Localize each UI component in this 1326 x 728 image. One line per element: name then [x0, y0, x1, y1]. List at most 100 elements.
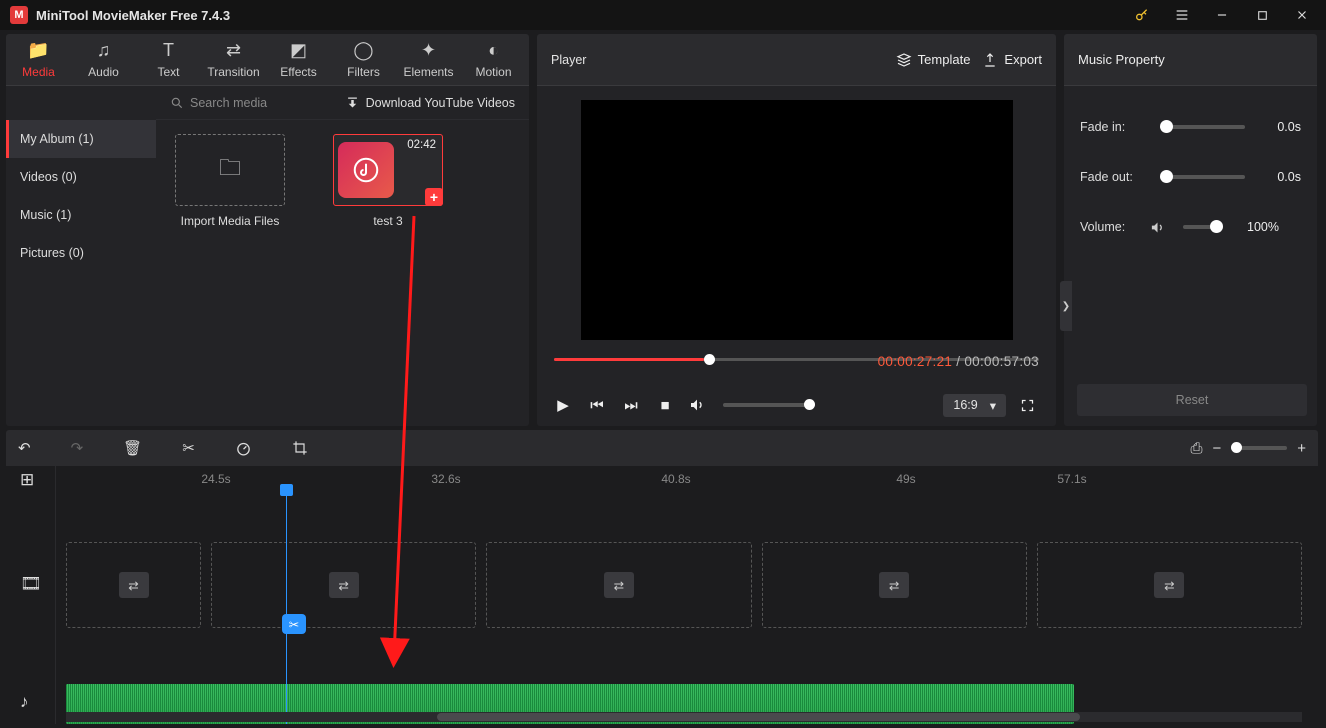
- volume-icon[interactable]: [689, 397, 709, 413]
- tab-audio[interactable]: ♫ Audio: [71, 34, 136, 85]
- crop-button[interactable]: [292, 440, 308, 456]
- category-music[interactable]: Music (1): [6, 196, 156, 234]
- text-icon: T: [163, 41, 174, 61]
- timeline-toolbar: ↶ ↷ 🗑 ✂ ⎙ − +: [6, 430, 1318, 466]
- close-button[interactable]: [1282, 0, 1322, 30]
- prop-volume-slider[interactable]: [1183, 225, 1223, 229]
- video-track[interactable]: ⇄ ⇄ ⇄ ⇄ ⇄: [66, 542, 1302, 628]
- fade-in-value: 0.0s: [1263, 120, 1301, 134]
- clip-duration: 02:42: [407, 139, 436, 151]
- playhead[interactable]: ✂: [286, 496, 287, 724]
- volume-label: Volume:: [1080, 220, 1142, 234]
- fade-out-slider[interactable]: [1160, 175, 1245, 179]
- category-pictures[interactable]: Pictures (0): [6, 234, 156, 272]
- tab-transition[interactable]: ⇄ Transition: [201, 34, 266, 85]
- player-header: Player Template Export: [537, 34, 1056, 85]
- app-title: MiniTool MovieMaker Free 7.4.3: [36, 8, 230, 23]
- category-list: My Album (1) Videos (0) Music (1) Pictur…: [6, 86, 156, 426]
- playhead-split-icon[interactable]: ✂: [282, 614, 306, 634]
- add-track-icon[interactable]: ⊞: [20, 470, 34, 490]
- folder-icon: 📁: [27, 41, 49, 61]
- tab-transition-label: Transition: [207, 65, 259, 79]
- collapse-panel-button[interactable]: ❯: [1060, 281, 1072, 331]
- export-label: Export: [1004, 52, 1042, 67]
- speaker-icon: [1150, 220, 1165, 235]
- redo-button[interactable]: ↷: [71, 439, 84, 457]
- clip-slot[interactable]: ⇄: [486, 542, 751, 628]
- auto-fit-button[interactable]: ⎙: [1190, 440, 1202, 457]
- download-youtube-link[interactable]: Download YouTube Videos: [345, 95, 515, 110]
- split-button[interactable]: ✂: [182, 439, 195, 457]
- player-title: Player: [551, 53, 586, 67]
- export-icon: [982, 52, 998, 68]
- tab-media[interactable]: 📁 Media: [6, 34, 71, 85]
- video-track-icon: 🎞: [20, 574, 42, 594]
- playhead-handle-icon[interactable]: [280, 484, 293, 496]
- maximize-button[interactable]: [1242, 0, 1282, 30]
- fullscreen-button[interactable]: [1020, 398, 1040, 413]
- upgrade-key-icon[interactable]: [1122, 0, 1162, 30]
- swap-icon: ⇄: [329, 572, 359, 598]
- clip-thumbnail[interactable]: 02:42 +: [333, 134, 443, 206]
- aspect-ratio-select[interactable]: 16:9 ▾: [943, 394, 1006, 417]
- aspect-ratio-value: 16:9: [953, 398, 977, 412]
- tab-motion[interactable]: ◐ Motion: [461, 34, 526, 85]
- play-button[interactable]: ▶: [553, 396, 573, 414]
- category-my-album[interactable]: My Album (1): [6, 120, 156, 158]
- fade-out-label: Fade out:: [1080, 170, 1142, 184]
- clip-slot[interactable]: ⇄: [762, 542, 1027, 628]
- tab-text[interactable]: T Text: [136, 34, 201, 85]
- motion-icon: ◐: [488, 41, 499, 61]
- time-total: 00:00:57:03: [964, 354, 1039, 369]
- stop-button[interactable]: ■: [655, 397, 675, 414]
- sparkle-icon: ✦: [421, 41, 436, 61]
- menu-icon[interactable]: [1162, 0, 1202, 30]
- add-to-timeline-button[interactable]: +: [425, 188, 443, 206]
- prev-frame-button[interactable]: ⏮: [587, 397, 607, 414]
- reset-button[interactable]: Reset: [1077, 384, 1307, 416]
- time-sep: /: [952, 354, 964, 369]
- effects-icon: ◩: [290, 41, 307, 61]
- zoom-slider[interactable]: [1231, 446, 1287, 450]
- export-button[interactable]: Export: [982, 52, 1042, 68]
- speed-button[interactable]: [235, 440, 252, 457]
- module-tabstrip: 📁 Media ♫ Audio T Text ⇄ Transition ◩ Ef…: [6, 34, 529, 85]
- delete-button[interactable]: 🗑: [123, 439, 142, 457]
- zoom-out-button[interactable]: −: [1212, 440, 1221, 457]
- next-frame-button[interactable]: ⏭: [621, 397, 641, 414]
- fade-in-slider[interactable]: [1160, 125, 1245, 129]
- tab-effects[interactable]: ◩ Effects: [266, 34, 331, 85]
- import-box[interactable]: 🗀: [175, 134, 285, 206]
- fade-in-label: Fade in:: [1080, 120, 1142, 134]
- timeline-scrollbar[interactable]: [66, 712, 1302, 722]
- tab-elements[interactable]: ✦ Elements: [396, 34, 461, 85]
- tab-motion-label: Motion: [475, 65, 511, 79]
- clip-slot[interactable]: ⇄: [1037, 542, 1302, 628]
- prop-volume-value: 100%: [1241, 220, 1279, 234]
- filters-icon: ◯: [353, 41, 373, 61]
- chevron-down-icon: ▾: [990, 398, 996, 413]
- clip-slot[interactable]: ⇄: [66, 542, 201, 628]
- time-ruler[interactable]: 24.5s 32.6s 40.8s 49s 57.1s: [56, 466, 1318, 496]
- transition-icon: ⇄: [226, 41, 241, 61]
- template-button[interactable]: Template: [896, 52, 971, 68]
- tab-media-label: Media: [22, 65, 55, 79]
- tab-filters[interactable]: ◯ Filters: [331, 34, 396, 85]
- app-logo-icon: M: [10, 6, 28, 24]
- search-input[interactable]: Search media: [170, 96, 267, 110]
- media-library: My Album (1) Videos (0) Music (1) Pictur…: [6, 85, 529, 426]
- tab-audio-label: Audio: [88, 65, 119, 79]
- minimize-button[interactable]: [1202, 0, 1242, 30]
- volume-slider[interactable]: [723, 403, 815, 407]
- search-placeholder: Search media: [190, 96, 267, 110]
- template-label: Template: [918, 52, 971, 67]
- ruler-mark: 57.1s: [1057, 472, 1086, 486]
- category-videos[interactable]: Videos (0): [6, 158, 156, 196]
- video-preview[interactable]: [581, 100, 1013, 340]
- timeline[interactable]: ⊞ 🎞 ♪ 24.5s 32.6s 40.8s 49s 57.1s ⇄ ⇄ ⇄ …: [6, 466, 1318, 724]
- media-clip-tile[interactable]: 02:42 + test 3: [328, 134, 448, 228]
- zoom-in-button[interactable]: +: [1297, 440, 1306, 457]
- import-media-tile[interactable]: 🗀 Import Media Files: [170, 134, 290, 228]
- clip-slot[interactable]: ⇄: [211, 542, 476, 628]
- undo-button[interactable]: ↶: [18, 439, 31, 457]
